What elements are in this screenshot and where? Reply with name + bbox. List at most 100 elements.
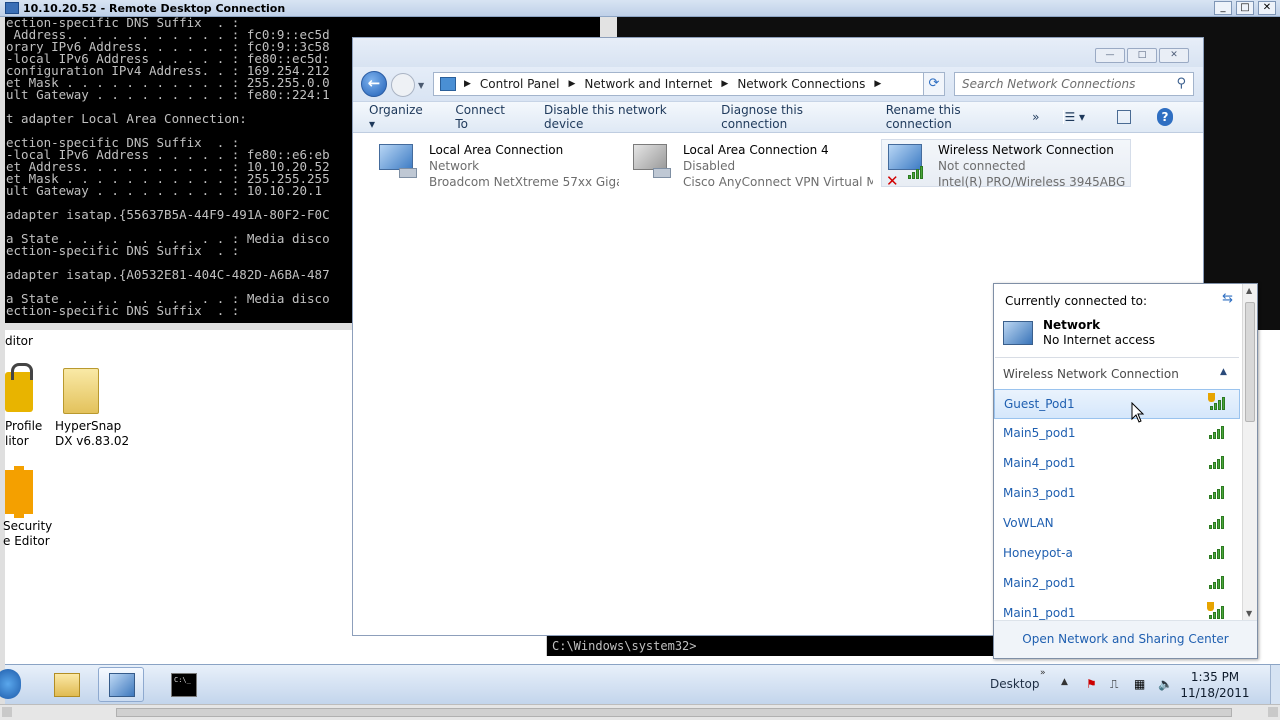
wireless-network-list: Guest_Pod1 Main5_pod1 Main4_pod1 Main3_p…	[994, 389, 1240, 629]
action-center-icon[interactable]: ⚑	[1086, 677, 1100, 691]
connection-local-area[interactable]: Local Area Connection Network Broadcom N…	[373, 140, 623, 189]
wifi-name: VoWLAN	[1003, 516, 1054, 530]
network-icon	[1003, 321, 1033, 345]
breadcrumb-network-connections[interactable]: Network Connections	[737, 77, 865, 91]
desktop-icon-label-security-2[interactable]: e Editor	[3, 534, 50, 548]
more-commands-icon[interactable]: »	[1032, 110, 1039, 124]
forward-button[interactable]	[391, 73, 415, 97]
cmd-scrollbar[interactable]	[600, 17, 617, 37]
maximize-button[interactable]: □	[1127, 48, 1157, 63]
show-desktop-button[interactable]	[1270, 665, 1280, 705]
wifi-network-honeypot-a[interactable]: Honeypot-a	[994, 539, 1240, 569]
scroll-up-icon[interactable]: ▲	[1246, 286, 1252, 295]
connection-device: Broadcom NetXtreme 57xx Gigabi...	[429, 175, 619, 189]
connection-local-area-4[interactable]: Local Area Connection 4 Disabled Cisco A…	[627, 140, 877, 189]
connection-wireless[interactable]: ✕ Wireless Network Connection Not connec…	[881, 139, 1131, 190]
wifi-network-main5-pod1[interactable]: Main5_pod1	[994, 419, 1240, 449]
network-tray-icon[interactable]: ▦	[1134, 677, 1148, 691]
desktop-toolbar-label[interactable]: Desktop	[990, 677, 1040, 691]
wifi-name: Main3_pod1	[1003, 486, 1076, 500]
lock-icon[interactable]	[5, 363, 33, 412]
wifi-name: Main2_pod1	[1003, 576, 1076, 590]
taskbar-cmd-button[interactable]: C:\_	[160, 667, 206, 702]
folder-icon	[54, 673, 80, 697]
desktop-icon-label-profile[interactable]: Profile	[5, 419, 42, 433]
rdp-horizontal-scrollbar[interactable]	[0, 704, 1280, 720]
desktop-icon-label-profile-2[interactable]: litor	[5, 434, 29, 448]
minimize-button[interactable]: —	[1095, 48, 1125, 63]
scroll-left-icon[interactable]	[2, 707, 12, 717]
wifi-network-vowlan[interactable]: VoWLAN	[994, 509, 1240, 539]
connection-status: Disabled	[683, 159, 736, 173]
connection-name: Local Area Connection 4	[683, 143, 829, 157]
address-bar[interactable]: ▶ Control Panel ▶ Network and Internet ▶…	[433, 72, 943, 96]
wifi-network-main4-pod1[interactable]: Main4_pod1	[994, 449, 1240, 479]
taskbar-explorer-button[interactable]	[43, 667, 89, 702]
network-connections-icon	[109, 673, 135, 697]
show-hidden-icons-icon[interactable]: ▲	[1061, 677, 1068, 687]
rename-connection-button[interactable]: Rename this connection	[886, 103, 1014, 131]
connect-to-button[interactable]: Connect To	[455, 103, 514, 131]
start-button-icon[interactable]	[0, 669, 21, 699]
preview-pane-icon[interactable]	[1116, 110, 1132, 124]
rdp-title-bar[interactable]: 10.10.20.52 - Remote Desktop Connection …	[0, 0, 1280, 17]
signal-bars-icon	[908, 166, 923, 179]
clock-date: 11/18/2011	[1180, 686, 1250, 700]
wifi-name: Honeypot-a	[1003, 546, 1073, 560]
wifi-network-guest-pod1[interactable]: Guest_Pod1	[994, 389, 1240, 419]
taskbar-network-connections-button[interactable]	[98, 667, 144, 702]
command-prompt-output[interactable]: ection-specific DNS Suffix . : Address. …	[5, 17, 352, 328]
scroll-right-icon[interactable]	[1268, 707, 1278, 717]
signal-bars-icon	[1209, 606, 1224, 619]
breadcrumb-control-panel[interactable]: Control Panel	[480, 77, 560, 91]
desktop-icon-label-security[interactable]: Security	[3, 519, 52, 533]
search-input[interactable]: Search Network Connections ⚲	[954, 72, 1194, 96]
change-view-icon[interactable]: ☰ ▾	[1063, 110, 1086, 124]
signal-bars-icon	[1209, 546, 1224, 559]
cmd-horizontal-scrollbar[interactable]	[5, 323, 352, 330]
desktop-icon-label-hypersnap-2[interactable]: DX v6.83.02	[55, 434, 129, 448]
desktop-icon-label-hypersnap[interactable]: HyperSnap	[55, 419, 121, 433]
desktop-toolbar-chevron-icon[interactable]: »	[1040, 668, 1046, 678]
scroll-down-icon[interactable]: ▼	[1246, 609, 1252, 618]
breadcrumb-network-and-internet[interactable]: Network and Internet	[584, 77, 712, 91]
disconnected-x-icon: ✕	[886, 172, 899, 190]
close-button[interactable]: ✕	[1159, 48, 1189, 63]
back-button[interactable]: ←	[361, 71, 387, 97]
wifi-network-main2-pod1[interactable]: Main2_pod1	[994, 569, 1240, 599]
search-icon[interactable]: ⚲	[1176, 76, 1186, 91]
collapse-section-icon[interactable]: ▲	[1220, 367, 1227, 377]
wifi-network-main3-pod1[interactable]: Main3_pod1	[994, 479, 1240, 509]
security-plus-icon[interactable]	[5, 466, 33, 518]
scroll-thumb[interactable]	[1245, 302, 1255, 422]
popup-scrollbar[interactable]: ▲ ▼	[1242, 284, 1257, 620]
window-titlebar[interactable]: — □ ✕	[353, 38, 1203, 67]
scroll-thumb[interactable]	[116, 708, 1232, 717]
help-icon[interactable]: ?	[1157, 108, 1173, 126]
open-network-sharing-center-link[interactable]: Open Network and Sharing Center	[994, 620, 1257, 658]
refresh-networks-icon[interactable]: ⇆	[1222, 291, 1233, 306]
refresh-icon[interactable]: ⟳	[923, 72, 945, 96]
breadcrumb-arrow-icon[interactable]: ▶	[721, 79, 728, 89]
rdp-minimize-button[interactable]: _	[1214, 1, 1232, 15]
network-name: Network	[1043, 318, 1101, 332]
rdp-maximize-button[interactable]: □	[1236, 1, 1254, 15]
command-prompt-line[interactable]: C:\Windows\system32>	[546, 636, 993, 656]
breadcrumb-arrow-icon[interactable]: ▶	[569, 79, 576, 89]
rdp-close-button[interactable]: ✕	[1258, 1, 1276, 15]
breadcrumb-arrow-icon[interactable]: ▶	[874, 79, 881, 89]
wireless-section-label: Wireless Network Connection	[1003, 367, 1179, 381]
wifi-name: Main4_pod1	[1003, 456, 1076, 470]
usb-device-icon[interactable]: ⎍	[1110, 677, 1124, 691]
diagnose-connection-button[interactable]: Diagnose this connection	[721, 103, 856, 131]
command-bar: Organize ▾ Connect To Disable this netwo…	[353, 101, 1203, 133]
rdp-app-icon	[5, 2, 19, 14]
signal-bars-icon	[1210, 397, 1225, 410]
folder-icon[interactable]	[63, 368, 99, 414]
disable-device-button[interactable]: Disable this network device	[544, 103, 691, 131]
breadcrumb-arrow-icon[interactable]: ▶	[464, 79, 471, 89]
organize-button[interactable]: Organize ▾	[369, 103, 425, 131]
recent-pages-dropdown-icon[interactable]: ▼	[418, 81, 426, 90]
wifi-name: Main5_pod1	[1003, 426, 1076, 440]
clock[interactable]: 1:35 PM 11/18/2011	[1170, 669, 1260, 701]
